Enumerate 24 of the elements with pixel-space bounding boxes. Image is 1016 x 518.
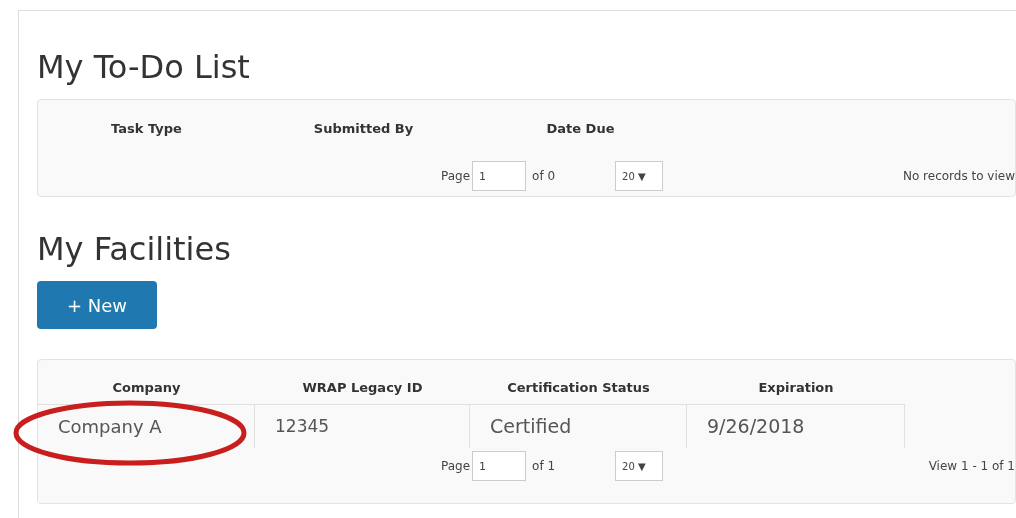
page-label: Page	[441, 458, 471, 475]
column-header: Company	[112, 380, 181, 396]
records-info: View 1 - 1 of 1	[928, 458, 1015, 475]
table-cell: 9/26/2018	[687, 404, 905, 448]
page-count: of 1	[532, 458, 556, 475]
table-cell: 12345	[255, 404, 470, 448]
column-header: Expiration	[758, 380, 834, 396]
table-cell: Company A	[38, 404, 255, 448]
page-label: Page	[441, 168, 471, 185]
column-header: Task Type	[111, 121, 182, 137]
section-title: My Facilities	[37, 229, 232, 270]
page-size-select[interactable]: 20 ▼	[615, 161, 664, 191]
records-info: No records to view	[902, 168, 1015, 185]
new-button[interactable]: + New	[37, 281, 157, 329]
column-header: Date Due	[546, 121, 615, 137]
table-cell: Certified	[470, 404, 687, 448]
page-input[interactable]: 1	[472, 451, 527, 481]
column-header: WRAP Legacy ID	[302, 380, 423, 396]
page-count: of 0	[532, 168, 556, 185]
section-title: My To-Do List	[37, 47, 251, 88]
page-size-select[interactable]: 20 ▼	[615, 451, 664, 481]
page-input[interactable]: 1	[472, 161, 527, 191]
column-header: Submitted By	[313, 121, 414, 137]
column-header: Certification Status	[507, 380, 650, 396]
